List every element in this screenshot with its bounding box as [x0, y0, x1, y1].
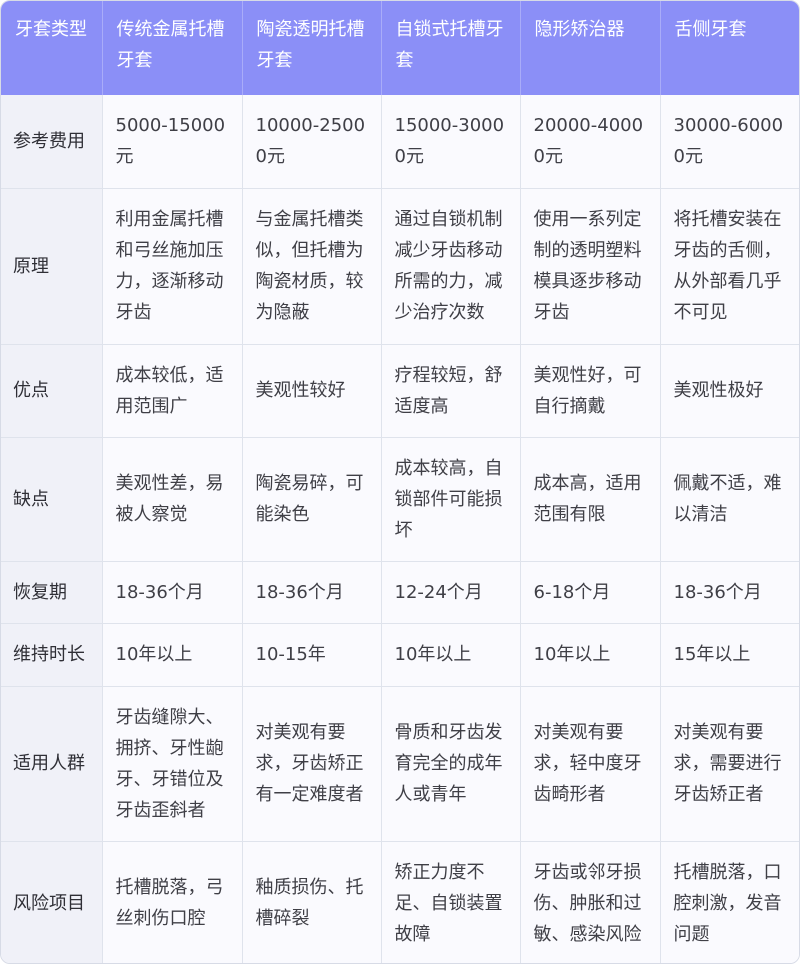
table-cell: 将托槽安装在牙齿的舌侧，从外部看几乎不可见 — [660, 188, 799, 345]
table-cell: 疗程较短，舒适度高 — [381, 344, 521, 438]
table-cell: 成本高，适用范围有限 — [520, 437, 661, 562]
table-cell: 牙齿缝隙大、拥挤、牙性龅牙、牙错位及牙齿歪斜者 — [102, 686, 243, 842]
table-cell: 与金属托槽类似，但托槽为陶瓷材质，较为隐蔽 — [242, 188, 382, 345]
header-row: 牙套类型 传统金属托槽牙套 陶瓷透明托槽牙套 自锁式托槽牙套 隐形矫治器 舌侧牙… — [1, 1, 799, 95]
row-label: 优点 — [1, 344, 103, 438]
table-cell: 牙齿或邻牙损伤、肿胀和过敏、感染风险 — [520, 841, 661, 963]
table-cell: 使用一系列定制的透明塑料模具逐步移动牙齿 — [520, 188, 661, 345]
table-cell: 20000-40000元 — [520, 95, 661, 189]
table-cell: 对美观有要求，牙齿矫正有一定难度者 — [242, 686, 382, 842]
row-label: 缺点 — [1, 437, 103, 562]
table-cell: 托槽脱落，弓丝刺伤口腔 — [102, 841, 243, 963]
table-row-advantages: 优点 成本较低，适用范围广 美观性较好 疗程较短，舒适度高 美观性好，可自行摘戴… — [1, 344, 799, 438]
row-label: 原理 — [1, 188, 103, 345]
table-cell: 对美观有要求，需要进行牙齿矫正者 — [660, 686, 799, 842]
table-row-suitable: 适用人群 牙齿缝隙大、拥挤、牙性龅牙、牙错位及牙齿歪斜者 对美观有要求，牙齿矫正… — [1, 686, 799, 842]
table-cell: 18-36个月 — [102, 561, 243, 624]
table-cell: 骨质和牙齿发育完全的成年人或青年 — [381, 686, 521, 842]
table-cell: 12-24个月 — [381, 561, 521, 624]
table-cell: 美观性好，可自行摘戴 — [520, 344, 661, 438]
table-cell: 15年以上 — [660, 623, 799, 687]
table-cell: 成本较高，自锁部件可能损坏 — [381, 437, 521, 562]
table-cell: 对美观有要求，轻中度牙齿畸形者 — [520, 686, 661, 842]
table-row-cost: 参考费用 5000-15000元 10000-25000元 15000-3000… — [1, 95, 799, 189]
table-cell: 通过自锁机制减少牙齿移动所需的力，减少治疗次数 — [381, 188, 521, 345]
table-row-duration: 维持时长 10年以上 10-15年 10年以上 10年以上 15年以上 — [1, 623, 799, 687]
table-cell: 30000-60000元 — [660, 95, 799, 189]
table-row-recovery: 恢复期 18-36个月 18-36个月 12-24个月 6-18个月 18-36… — [1, 561, 799, 624]
table-cell: 成本较低，适用范围广 — [102, 344, 243, 438]
table-cell: 10年以上 — [102, 623, 243, 687]
header-cell-ceramic: 陶瓷透明托槽牙套 — [242, 1, 382, 95]
row-label: 适用人群 — [1, 686, 103, 842]
header-cell-self-ligating: 自锁式托槽牙套 — [381, 1, 521, 95]
table-row-disadvantages: 缺点 美观性差，易被人察觉 陶瓷易碎，可能染色 成本较高，自锁部件可能损坏 成本… — [1, 437, 799, 562]
table-cell: 美观性差，易被人察觉 — [102, 437, 243, 562]
table-cell: 利用金属托槽和弓丝施加压力，逐渐移动牙齿 — [102, 188, 243, 345]
table-cell: 5000-15000元 — [102, 95, 243, 189]
row-label: 参考费用 — [1, 95, 103, 189]
header-cell-type: 牙套类型 — [1, 1, 103, 95]
table-cell: 10年以上 — [381, 623, 521, 687]
table-cell: 陶瓷易碎，可能染色 — [242, 437, 382, 562]
table-cell: 10年以上 — [520, 623, 661, 687]
table-cell: 釉质损伤、托槽碎裂 — [242, 841, 382, 963]
table-row-risks: 风险项目 托槽脱落，弓丝刺伤口腔 釉质损伤、托槽碎裂 矫正力度不足、自锁装置故障… — [1, 841, 799, 963]
table-cell: 15000-30000元 — [381, 95, 521, 189]
table-cell: 18-36个月 — [660, 561, 799, 624]
header-cell-lingual: 舌侧牙套 — [660, 1, 799, 95]
table-cell: 6-18个月 — [520, 561, 661, 624]
table-cell: 矫正力度不足、自锁装置故障 — [381, 841, 521, 963]
row-label: 风险项目 — [1, 841, 103, 963]
table-cell: 10-15年 — [242, 623, 382, 687]
table-cell: 美观性极好 — [660, 344, 799, 438]
table-cell: 10000-25000元 — [242, 95, 382, 189]
comparison-table-container: 牙套类型 传统金属托槽牙套 陶瓷透明托槽牙套 自锁式托槽牙套 隐形矫治器 舌侧牙… — [0, 0, 800, 964]
header-cell-invisible: 隐形矫治器 — [520, 1, 661, 95]
table-cell: 佩戴不适，难以清洁 — [660, 437, 799, 562]
row-label: 恢复期 — [1, 561, 103, 624]
table-cell: 托槽脱落，口腔刺激，发音问题 — [660, 841, 799, 963]
table-cell: 18-36个月 — [242, 561, 382, 624]
row-label: 维持时长 — [1, 623, 103, 687]
braces-comparison-table: 牙套类型 传统金属托槽牙套 陶瓷透明托槽牙套 自锁式托槽牙套 隐形矫治器 舌侧牙… — [1, 1, 799, 963]
table-row-principle: 原理 利用金属托槽和弓丝施加压力，逐渐移动牙齿 与金属托槽类似，但托槽为陶瓷材质… — [1, 188, 799, 345]
header-cell-metal: 传统金属托槽牙套 — [102, 1, 243, 95]
table-cell: 美观性较好 — [242, 344, 382, 438]
